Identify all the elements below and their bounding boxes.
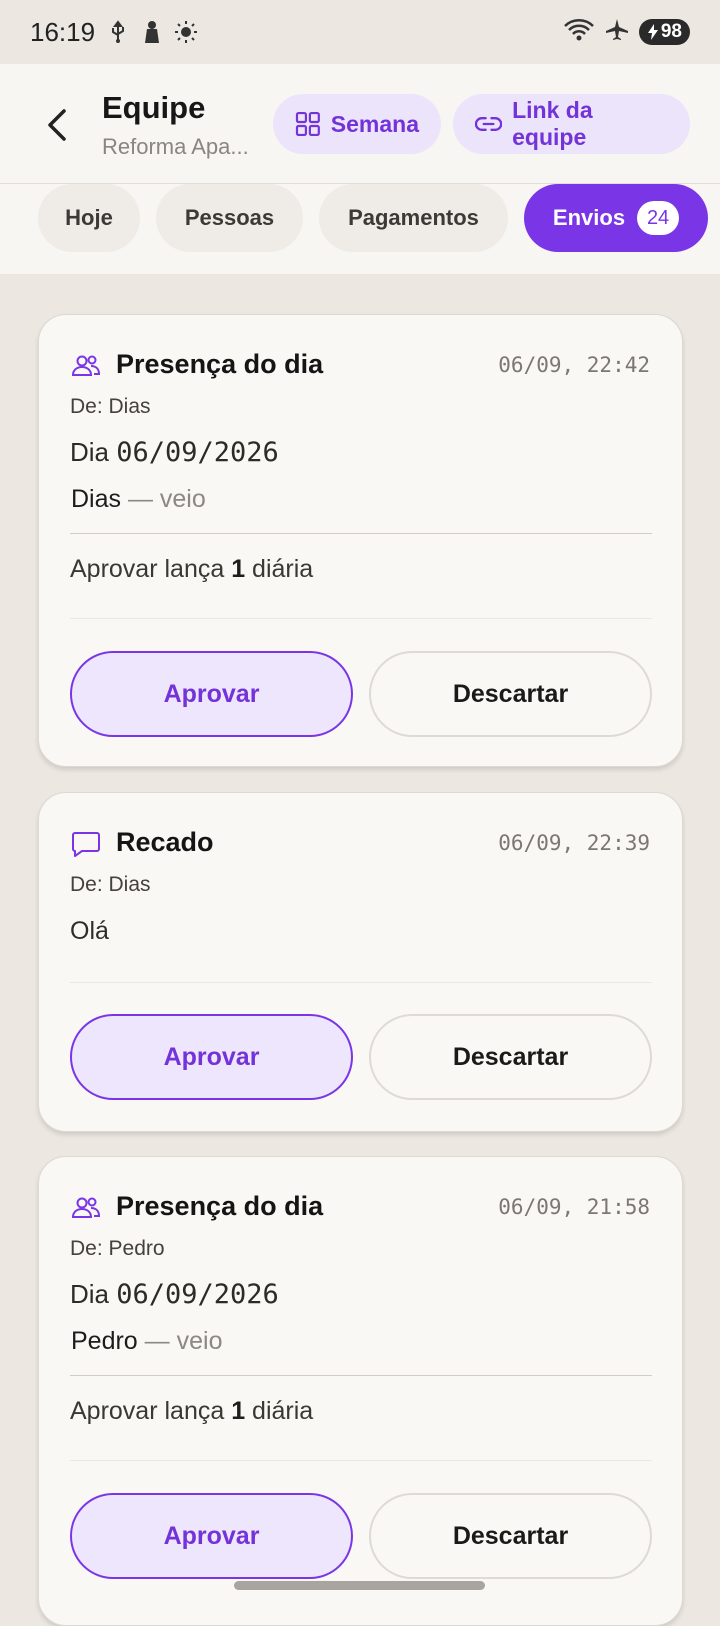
note-suffix: diária [245, 1397, 314, 1425]
battery-icon: 98 [638, 19, 690, 45]
person-name: Dias [71, 485, 122, 513]
divider [70, 533, 652, 534]
card-type: Presença do dia [116, 349, 324, 379]
chat-bubble-icon [72, 832, 100, 857]
card-type: Presença do dia [116, 1191, 324, 1221]
back-arrow-icon [48, 109, 66, 141]
status-bar: 16:19 98 [0, 0, 720, 64]
card-sender: De: Dias [70, 395, 151, 418]
status-left: 16:19 [30, 16, 198, 48]
attendance-status: — veio [137, 1327, 223, 1355]
week-button[interactable]: Semana [273, 94, 441, 154]
tab-label: Pessoas [184, 205, 275, 230]
team-link-label: Link da equipe [512, 97, 593, 150]
back-button[interactable] [38, 102, 78, 148]
day-line: Dia 06/09/2026 [70, 437, 279, 468]
submission-card: Presença do dia 06/09, 21:58 De: Pedro D… [38, 1156, 683, 1626]
message-text: Olá [70, 917, 109, 945]
people-icon [71, 355, 101, 376]
approve-button[interactable]: Aprovar [70, 651, 353, 737]
attendance-status: — veio [121, 485, 206, 513]
submissions-count-badge: 24 [637, 201, 680, 235]
wifi-icon [563, 18, 595, 47]
submission-card: Recado 06/09, 22:39 De: Dias Olá Aprovar… [38, 792, 683, 1132]
usb-icon [107, 19, 129, 45]
tab-today[interactable]: Hoje [38, 184, 140, 252]
note-prefix: Aprovar lança [70, 1397, 232, 1425]
battery-level: 98 [660, 21, 682, 42]
day-value: 06/09/2026 [116, 437, 279, 468]
week-button-label: Semana [330, 110, 419, 137]
divider [70, 982, 652, 983]
note-suffix: diária [245, 555, 314, 583]
attendance-line: Pedro — veio [71, 1327, 222, 1356]
grid-icon [295, 112, 320, 136]
approve-button[interactable]: Aprovar [70, 1493, 353, 1579]
card-timestamp: 06/09, 21:58 [498, 1195, 650, 1219]
notification-icon [141, 19, 163, 45]
tab-submissions[interactable]: Envios 24 [524, 184, 708, 252]
discard-button[interactable]: Descartar [369, 1493, 652, 1579]
attendance-line: Dias — veio [71, 485, 206, 514]
card-timestamp: 06/09, 22:42 [498, 353, 650, 377]
tab-bar: Hoje Pessoas Pagamentos Envios 24 [0, 184, 720, 274]
tab-people[interactable]: Pessoas [156, 184, 303, 252]
note-count: 1 [231, 1397, 246, 1425]
discard-button[interactable]: Descartar [369, 1014, 652, 1100]
link-icon [475, 117, 503, 131]
home-indicator[interactable] [234, 1581, 485, 1590]
clock: 16:19 [30, 16, 96, 47]
day-value: 06/09/2026 [116, 1279, 279, 1310]
discard-button[interactable]: Descartar [369, 651, 652, 737]
approval-note: Aprovar lança 1 diária [70, 1397, 313, 1426]
page-title: Equipe [102, 90, 206, 125]
day-line: Dia 06/09/2026 [70, 1279, 279, 1310]
project-subtitle: Reforma Apa... [102, 134, 249, 159]
airplane-icon [605, 18, 629, 47]
divider [70, 618, 652, 619]
card-timestamp: 06/09, 22:39 [498, 831, 650, 855]
submission-card: Presença do dia 06/09, 22:42 De: Dias Di… [38, 314, 683, 767]
approval-note: Aprovar lança 1 diária [70, 555, 313, 584]
person-name: Pedro [71, 1327, 138, 1355]
team-link-button[interactable]: Link da equipe [453, 94, 690, 154]
people-icon [71, 1197, 101, 1218]
divider [70, 1375, 652, 1376]
brightness-icon [175, 19, 198, 45]
tab-label: Envios [552, 205, 626, 230]
day-prefix: Dia [70, 1279, 117, 1309]
card-sender: De: Dias [70, 873, 151, 896]
app-header: Equipe Reforma Apa... Semana Link da equ… [0, 64, 720, 184]
note-prefix: Aprovar lança [70, 555, 232, 583]
tab-label: Pagamentos [348, 205, 479, 230]
divider [70, 1460, 652, 1461]
approve-button[interactable]: Aprovar [70, 1014, 353, 1100]
note-count: 1 [231, 555, 246, 583]
tab-label: Hoje [65, 205, 113, 230]
card-type: Recado [116, 827, 214, 857]
card-sender: De: Pedro [70, 1237, 165, 1260]
day-prefix: Dia [70, 437, 117, 467]
status-right: 98 [563, 18, 690, 47]
tab-payments[interactable]: Pagamentos [319, 184, 508, 252]
